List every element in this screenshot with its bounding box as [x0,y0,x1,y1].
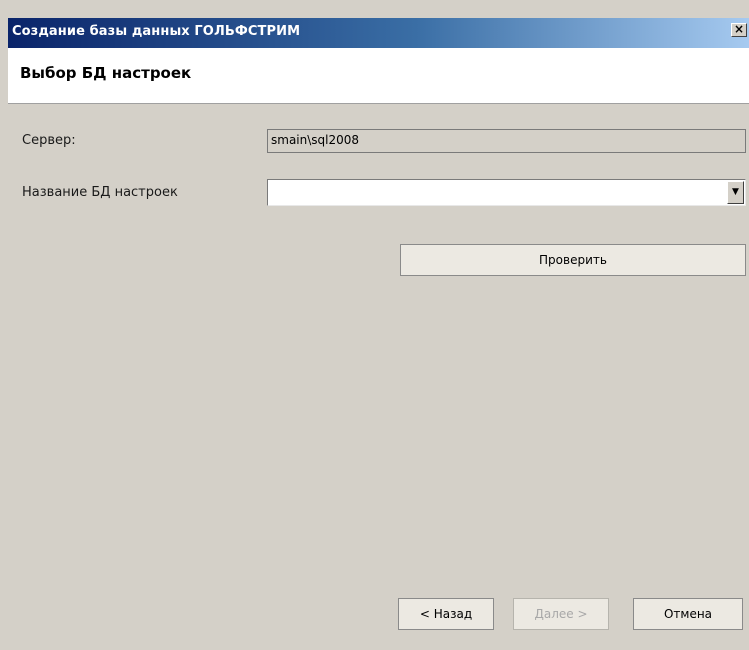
server-label: Сервер: [22,133,76,148]
db-name-combobox[interactable]: ▼ [267,179,746,206]
cancel-button[interactable]: Отмена [633,598,743,630]
wizard-dialog: Создание базы данных ГОЛЬФСТРИМ × Выбор … [0,0,749,650]
db-name-label: Название БД настроек [22,185,178,200]
wizard-header: Выбор БД настроек [8,48,749,104]
back-button[interactable]: < Назад [398,598,494,630]
next-button[interactable]: Далее > [513,598,609,630]
check-button[interactable]: Проверить [400,244,746,276]
page-title: Выбор БД настроек [20,64,192,82]
title-bar[interactable]: Создание базы данных ГОЛЬФСТРИМ × [8,18,749,48]
server-field: smain\sql2008 [267,129,746,153]
window-title: Создание базы данных ГОЛЬФСТРИМ [12,24,301,39]
dropdown-button[interactable]: ▼ [727,181,744,204]
close-button[interactable]: × [731,23,747,37]
wizard-content: Сервер: smain\sql2008 Название БД настро… [8,104,749,650]
close-icon: × [733,22,745,36]
chevron-down-icon: ▼ [732,187,739,197]
